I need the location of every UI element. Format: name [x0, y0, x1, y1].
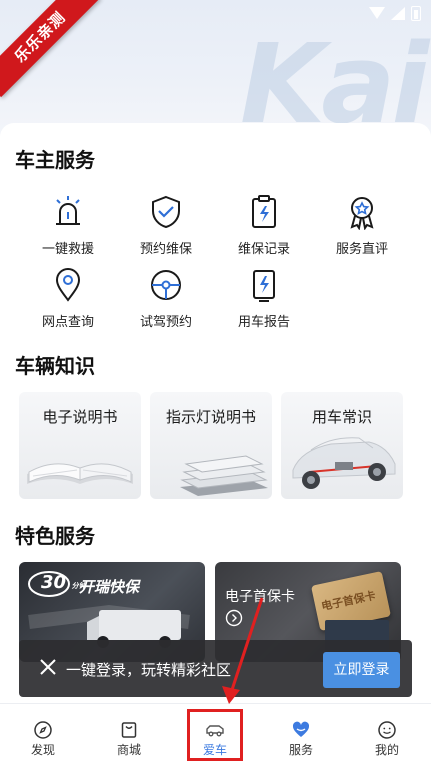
service-label: 一键救援: [41, 242, 94, 257]
toast-message: 一键登录，玩转精彩社区: [66, 661, 232, 679]
badge-number: 30: [41, 572, 67, 593]
knowledge-card-e-manual[interactable]: 电子说明书: [19, 392, 141, 499]
tab-discover[interactable]: 发现: [0, 704, 86, 766]
section-title-special-services: 特色服务: [15, 524, 95, 548]
service-label: 服务直评: [335, 242, 388, 257]
service-rescue[interactable]: 一键救援: [18, 194, 118, 257]
open-book-image: [27, 463, 133, 484]
service-test-drive[interactable]: 试驾预约: [116, 267, 216, 330]
report-icon: [253, 270, 275, 302]
login-now-button[interactable]: 立即登录: [323, 652, 400, 688]
service-label: 维保记录: [237, 242, 290, 257]
tab-mall[interactable]: 商城: [86, 704, 172, 766]
service-label: 预约维保: [139, 242, 192, 257]
service-maintenance-record[interactable]: 维保记录: [214, 194, 314, 257]
knowledge-card-car-tips[interactable]: 用车常识: [281, 392, 403, 499]
section-title-owner-services: 车主服务: [15, 148, 95, 172]
maintenance-record-icon: [252, 195, 276, 228]
login-toast: 一键登录，玩转精彩社区 立即登录: [19, 640, 412, 697]
tab-label: 商城: [116, 743, 141, 757]
service-label: 用车报告: [237, 315, 290, 330]
close-icon[interactable]: [39, 658, 57, 676]
service-usage-report[interactable]: 用车报告: [214, 267, 314, 330]
battery-icon: [411, 6, 421, 21]
knowledge-card-indicator-manual[interactable]: 指示灯说明书: [150, 392, 272, 499]
gold-card-text: 电子首保卡: [320, 588, 377, 614]
tab-label: 我的: [374, 743, 399, 757]
stacked-books-image: [180, 455, 268, 496]
heart-service-icon: [292, 721, 310, 737]
status-bar: [369, 6, 421, 21]
rescue-icon: [56, 196, 80, 225]
annotation-highlight-box: [187, 709, 243, 761]
service-review[interactable]: 服务直评: [312, 194, 412, 257]
location-pin-icon: [55, 268, 81, 302]
steering-wheel-icon: [151, 270, 181, 300]
service-label: 网点查询: [41, 315, 94, 330]
first-service-title: 电子首保卡: [225, 589, 295, 605]
smiley-icon: [378, 721, 396, 739]
arrow-circle-icon[interactable]: [225, 609, 243, 627]
quick-maintenance-title: 开瑞快保: [79, 578, 140, 596]
tab-label: 服务: [288, 743, 313, 757]
shopping-bag-icon: [121, 722, 137, 738]
service-outlet-search[interactable]: 网点查询: [18, 267, 118, 330]
hero-watermark: Kai: [240, 20, 429, 140]
compass-icon: [34, 721, 52, 739]
shield-check-icon: [152, 195, 180, 229]
tab-service[interactable]: 服务: [258, 704, 344, 766]
tab-me[interactable]: 我的: [344, 704, 430, 766]
car-chassis-image: [292, 437, 396, 489]
service-maintenance-booking[interactable]: 预约维保: [116, 194, 216, 257]
section-title-vehicle-knowledge: 车辆知识: [15, 354, 95, 378]
award-icon: [350, 197, 374, 230]
tab-label: 发现: [30, 743, 55, 757]
signal-icon: [391, 7, 405, 20]
wifi-icon: [369, 7, 385, 20]
service-label: 试驾预约: [139, 315, 192, 330]
